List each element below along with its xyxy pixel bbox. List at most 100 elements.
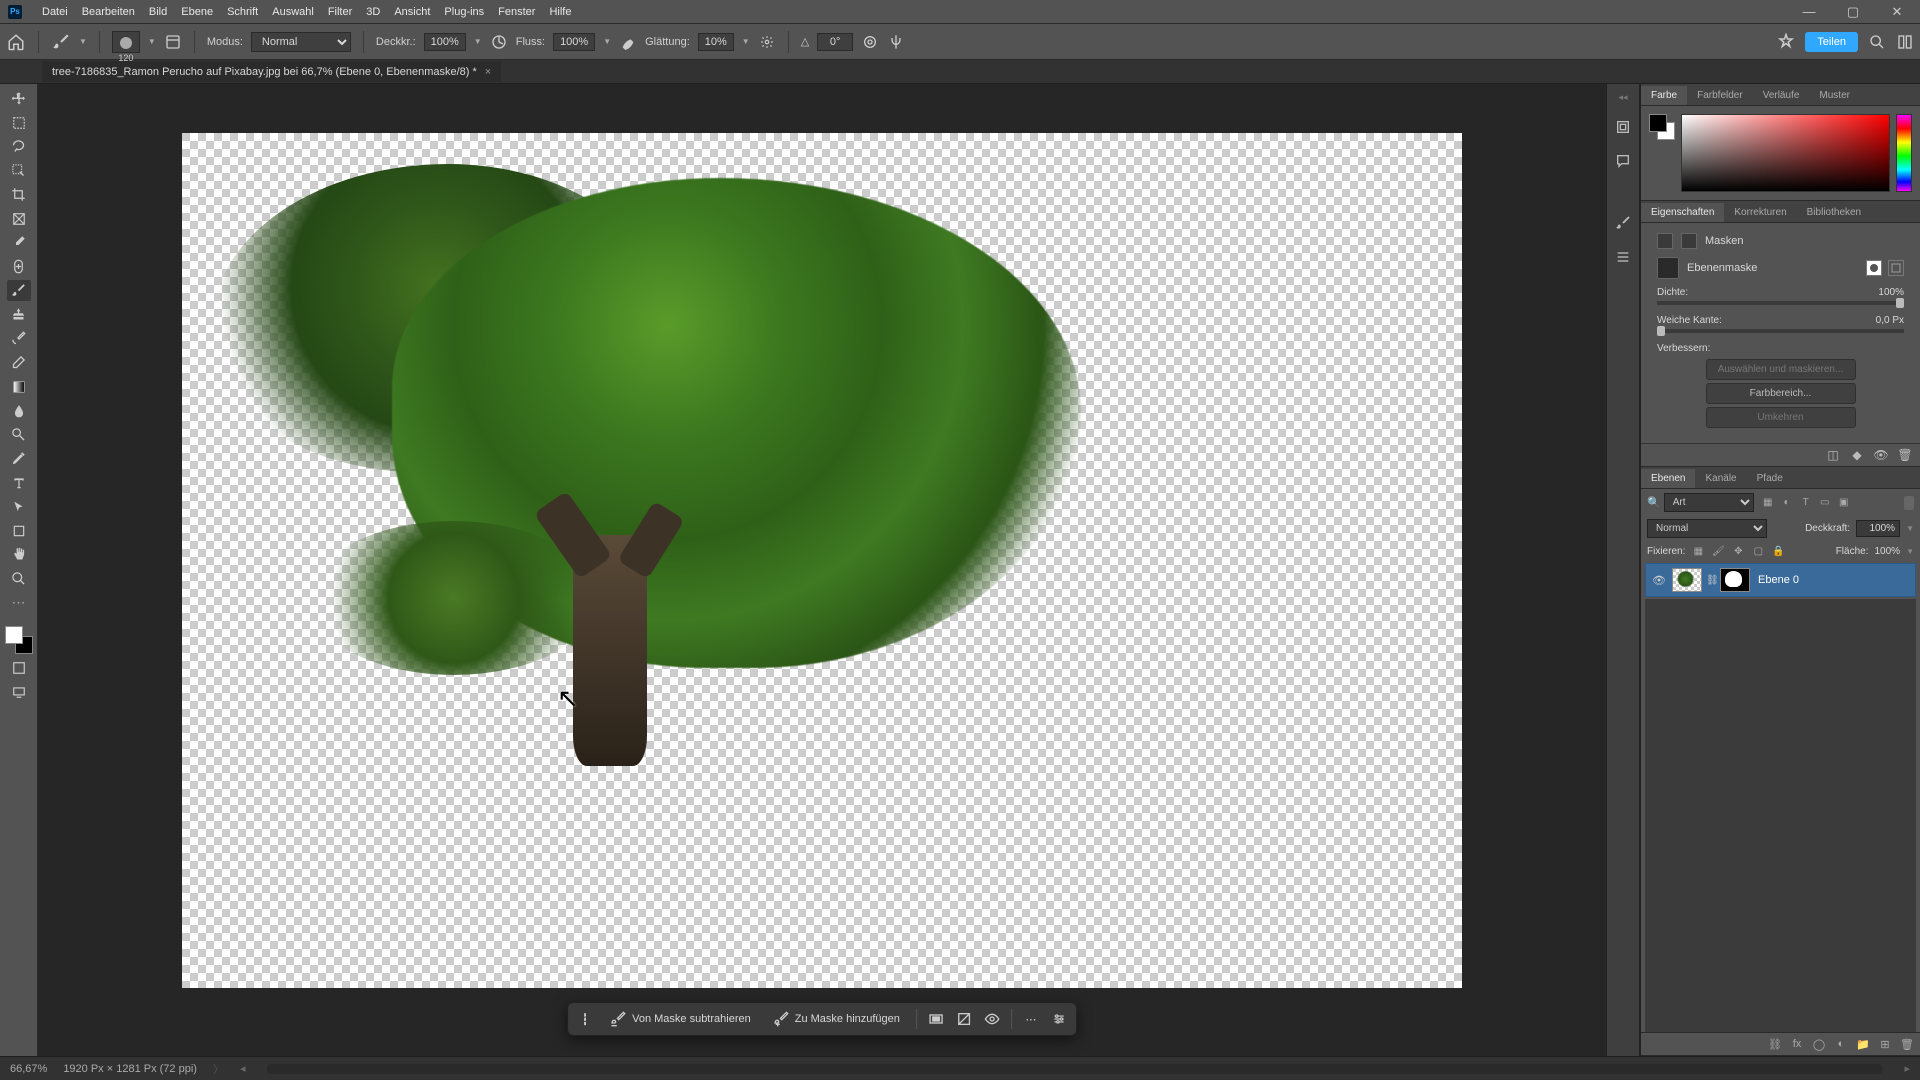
filter-type-icon[interactable]: T [1799, 496, 1813, 510]
share-button[interactable]: Teilen [1805, 32, 1858, 52]
artboard[interactable]: ↖ [182, 133, 1462, 988]
smoothing-dropdown-icon[interactable]: ▼ [742, 37, 750, 46]
add-vector-mask-icon[interactable] [1888, 260, 1904, 276]
tab-bibliotheken[interactable]: Bibliotheken [1797, 203, 1871, 222]
menu-hilfe[interactable]: Hilfe [549, 6, 571, 18]
status-nav-left-icon[interactable]: ◂ [240, 1062, 246, 1075]
tab-muster[interactable]: Muster [1809, 86, 1860, 105]
status-scrollbar[interactable] [267, 1064, 1882, 1074]
type-tool-icon[interactable] [7, 472, 31, 493]
layer-name[interactable]: Ebene 0 [1758, 574, 1799, 586]
select-and-mask-button[interactable]: Auswählen und maskieren... [1706, 359, 1856, 380]
edit-toolbar-icon[interactable]: ⋯ [7, 592, 31, 613]
window-close-icon[interactable]: ✕ [1882, 4, 1912, 20]
brush-preset-dropdown-icon[interactable]: ▼ [148, 37, 156, 46]
layer-opacity-value[interactable]: 100% [1856, 520, 1900, 537]
status-chevron-icon[interactable]: 〉 [213, 1061, 224, 1077]
opacity-dropdown-icon[interactable]: ▼ [474, 37, 482, 46]
filter-toggle-icon[interactable] [1904, 496, 1914, 510]
foreground-color[interactable] [5, 626, 23, 644]
menu-bild[interactable]: Bild [149, 6, 167, 18]
density-value[interactable]: 100% [1878, 287, 1904, 298]
pen-tool-icon[interactable] [7, 448, 31, 469]
brush-preset-picker[interactable] [112, 31, 140, 53]
menu-filter[interactable]: Filter [328, 6, 352, 18]
add-to-mask-button[interactable]: Zu Maske hinzufügen [767, 1008, 906, 1030]
brush-panel-toggle-icon[interactable] [164, 33, 182, 51]
search-icon[interactable] [1868, 33, 1886, 51]
marquee-tool-icon[interactable] [7, 112, 31, 133]
quick-mask-icon[interactable] [7, 657, 31, 678]
path-select-tool-icon[interactable] [7, 496, 31, 517]
new-group-icon[interactable]: 📁 [1856, 1037, 1870, 1051]
zoom-tool-icon[interactable] [7, 568, 31, 589]
brush-tool-icon[interactable] [51, 32, 71, 52]
status-nav-right-icon[interactable]: ▸ [1904, 1062, 1910, 1075]
feather-slider[interactable] [1657, 329, 1904, 333]
drag-handle-icon[interactable]: ┇ [576, 1010, 594, 1028]
lasso-tool-icon[interactable] [7, 136, 31, 157]
layer-visibility-icon[interactable]: 👁 [1652, 574, 1668, 587]
filter-adjust-icon[interactable]: ◐ [1780, 496, 1794, 510]
menu-ansicht[interactable]: Ansicht [394, 6, 430, 18]
layer-mask-link-icon[interactable]: ⛓ [1706, 575, 1716, 586]
tab-eigenschaften[interactable]: Eigenschaften [1641, 203, 1724, 222]
add-mask-icon[interactable]: ◯ [1812, 1037, 1826, 1051]
menu-3d[interactable]: 3D [366, 6, 380, 18]
menu-datei[interactable]: Datei [42, 6, 68, 18]
opacity-pressure-icon[interactable] [490, 33, 508, 51]
history-brush-tool-icon[interactable] [7, 328, 31, 349]
menu-fenster[interactable]: Fenster [498, 6, 535, 18]
filter-smart-icon[interactable]: ▣ [1837, 496, 1851, 510]
screen-mode-icon[interactable] [7, 681, 31, 702]
clone-stamp-tool-icon[interactable] [7, 304, 31, 325]
layers-empty-area[interactable] [1645, 599, 1916, 1032]
color-fg-bg-swatch[interactable] [1649, 114, 1675, 140]
add-pixel-mask-icon[interactable] [1866, 260, 1882, 276]
flow-value[interactable]: 100% [553, 33, 595, 51]
smoothing-gear-icon[interactable] [758, 33, 776, 51]
tab-farbfelder[interactable]: Farbfelder [1687, 86, 1753, 105]
tool-dropdown-icon[interactable]: ▼ [79, 37, 87, 46]
home-icon[interactable] [6, 32, 26, 52]
eraser-tool-icon[interactable] [7, 352, 31, 373]
tab-verlaeufe[interactable]: Verläufe [1753, 86, 1810, 105]
cloud-docs-icon[interactable] [1777, 33, 1795, 51]
opacity-value[interactable]: 100% [424, 33, 466, 51]
shape-tool-icon[interactable] [7, 520, 31, 541]
tab-farbe[interactable]: Farbe [1641, 86, 1687, 105]
menu-auswahl[interactable]: Auswahl [272, 6, 314, 18]
layer-filter-type-select[interactable]: Art [1664, 493, 1754, 512]
blend-mode-select[interactable]: Normal [251, 32, 351, 52]
adjustment-panel-icon[interactable] [1613, 247, 1633, 267]
new-layer-icon[interactable]: ⊞ [1878, 1037, 1892, 1051]
view-mask-icon[interactable] [983, 1010, 1001, 1028]
more-options-icon[interactable]: ⋯ [1022, 1010, 1040, 1028]
angle-value[interactable]: 0° [817, 33, 853, 51]
layer-opacity-dropdown-icon[interactable]: ▼ [1906, 524, 1914, 533]
mask-overlay-icon[interactable] [927, 1010, 945, 1028]
flow-dropdown-icon[interactable]: ▼ [603, 37, 611, 46]
filter-pixel-icon[interactable]: ▦ [1761, 496, 1775, 510]
link-layers-icon[interactable]: ⛓ [1768, 1037, 1782, 1051]
delete-mask-icon[interactable]: 🗑 [1898, 448, 1912, 462]
lock-artboard-icon[interactable]: ▢ [1751, 544, 1765, 558]
delete-layer-icon[interactable]: 🗑 [1900, 1037, 1914, 1051]
document-info[interactable]: 1920 Px × 1281 Px (72 ppi) [63, 1063, 197, 1075]
brush-tool-icon-left[interactable] [7, 280, 31, 301]
layer-mask-thumbnail[interactable] [1720, 568, 1750, 592]
zoom-level[interactable]: 66,67% [10, 1063, 47, 1075]
apply-mask-icon[interactable]: ◆ [1850, 448, 1864, 462]
tab-ebenen[interactable]: Ebenen [1641, 469, 1695, 488]
crop-tool-icon[interactable] [7, 184, 31, 205]
tab-close-icon[interactable]: × [485, 66, 491, 78]
frame-tool-icon[interactable] [7, 208, 31, 229]
gradient-tool-icon[interactable] [7, 376, 31, 397]
load-selection-icon[interactable]: ◫ [1826, 448, 1840, 462]
menu-schrift[interactable]: Schrift [227, 6, 258, 18]
eyedropper-tool-icon[interactable] [7, 232, 31, 253]
layer-blend-mode-select[interactable]: Normal [1647, 519, 1767, 538]
color-picker-field[interactable] [1681, 114, 1890, 192]
subtract-from-mask-button[interactable]: Von Maske subtrahieren [604, 1008, 757, 1030]
tab-pfade[interactable]: Pfade [1747, 469, 1793, 488]
